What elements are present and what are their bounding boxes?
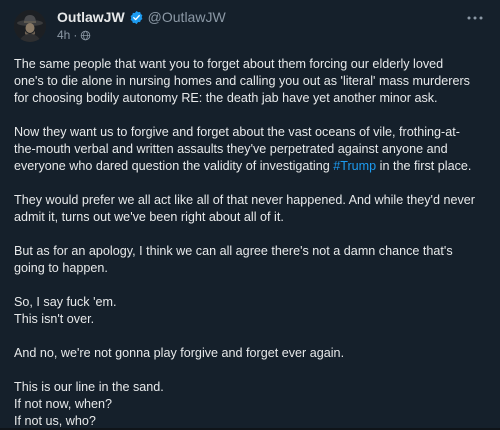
post-time[interactable]: 4h <box>57 27 70 43</box>
post-paragraph: And no, we're not gonna play forgive and… <box>14 345 484 362</box>
post-text-line: Now they want us to forgive and forget a… <box>14 125 460 139</box>
hashtag-link[interactable]: #Trump <box>333 159 376 173</box>
post-text-line: This isn't over. <box>14 312 95 326</box>
post-paragraph: They would prefer we all act like all of… <box>14 192 484 226</box>
author-handle[interactable]: @OutlawJW <box>148 8 226 26</box>
post-text-line: going to happen. <box>14 261 108 275</box>
author-meta: OutlawJW @OutlawJW 4h · <box>57 8 486 43</box>
post-text-line: This is our line in the sand. <box>14 380 164 394</box>
avatar-cowboy-icon <box>14 10 46 42</box>
name-row: OutlawJW @OutlawJW <box>57 8 486 26</box>
post-text-segment: everyone who dared question the validity… <box>14 159 334 173</box>
post-text-line: The same people that want you to forget … <box>14 57 444 71</box>
post-text-line: If not us, who? <box>14 414 96 428</box>
post-text-segment: in the first place. <box>376 159 472 173</box>
more-horizontal-icon <box>467 16 483 20</box>
separator-dot: · <box>73 28 78 42</box>
post-text-line: the-mouth verbal and written assaults th… <box>14 142 448 156</box>
post-paragraph: So, I say fuck 'em. This isn't over. <box>14 294 484 328</box>
more-options-button[interactable] <box>464 10 486 26</box>
avatar[interactable] <box>14 10 46 42</box>
post-card: OutlawJW @OutlawJW 4h · The same people … <box>0 0 500 428</box>
post-text-line: They would prefer we all act like all of… <box>14 193 475 207</box>
post-text-line: one's to die alone in nursing homes and … <box>14 74 470 88</box>
post-paragraph: This is our line in the sand. If not now… <box>14 379 484 430</box>
post-text-line: If not now, when? <box>14 397 113 411</box>
post-text-line: And no, we're not gonna play forgive and… <box>14 346 345 360</box>
post-subinfo: 4h · <box>57 27 486 43</box>
post-text-line: for choosing bodily autonomy RE: the dea… <box>14 91 438 105</box>
verified-badge-icon <box>129 10 144 25</box>
post-body: The same people that want you to forget … <box>14 56 484 430</box>
author-display-name[interactable]: OutlawJW <box>57 8 125 26</box>
post-header: OutlawJW @OutlawJW 4h · <box>14 8 486 48</box>
post-text-line: admit it, turns out we've been right abo… <box>14 210 284 224</box>
post-text-line: But as for an apology, I think we can al… <box>14 244 453 258</box>
post-text-line: everyone who dared question the validity… <box>14 158 484 175</box>
post-paragraph: The same people that want you to forget … <box>14 56 484 107</box>
globe-icon <box>80 30 91 41</box>
post-text-line: So, I say fuck 'em. <box>14 295 117 309</box>
post-paragraph: Now they want us to forgive and forget a… <box>14 124 484 175</box>
post-paragraph: But as for an apology, I think we can al… <box>14 243 484 277</box>
